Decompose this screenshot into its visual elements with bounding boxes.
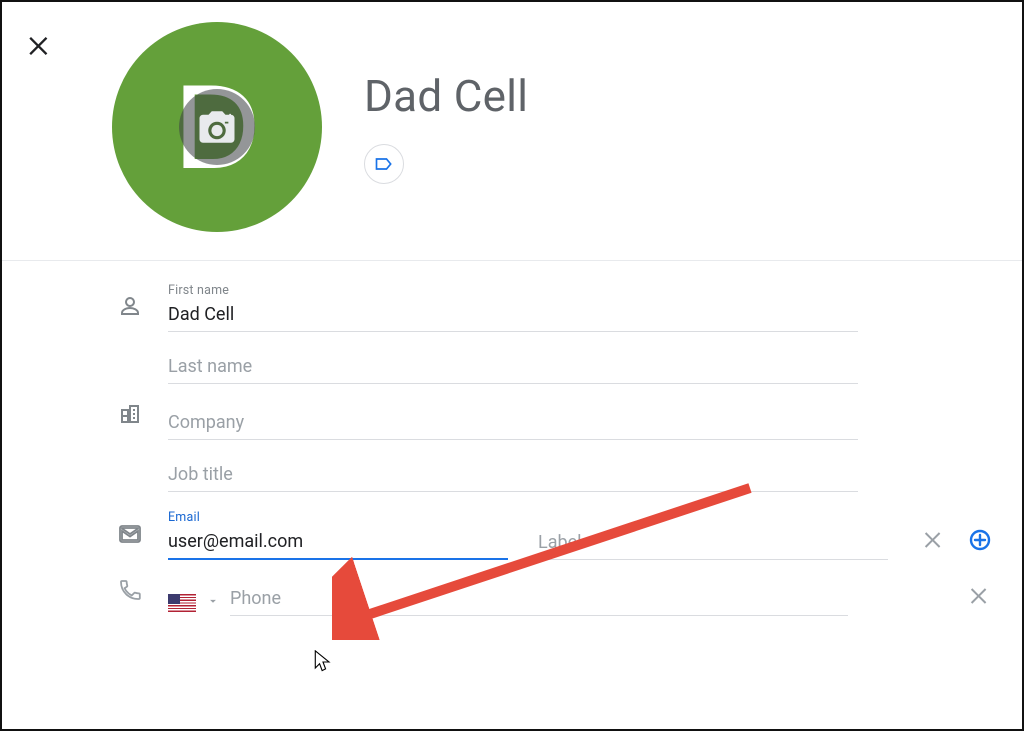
phone-icon: [118, 578, 168, 616]
cursor-icon: [314, 650, 332, 674]
add-email-button[interactable]: [968, 528, 992, 552]
camera-overlay: [179, 89, 255, 165]
camera-plus-icon: [196, 106, 238, 148]
email-label: Email: [168, 510, 508, 525]
person-icon: [118, 294, 168, 332]
contact-title: Dad Cell: [364, 70, 528, 122]
close-icon: [922, 528, 946, 552]
us-flag-icon: [168, 594, 196, 612]
job-title-input[interactable]: [168, 458, 858, 492]
email-label-input[interactable]: [538, 526, 888, 560]
last-name-input[interactable]: [168, 350, 858, 384]
close-icon: [26, 32, 54, 60]
label-icon: [374, 154, 394, 174]
contact-header: D Dad Cell: [2, 2, 1022, 261]
email-input[interactable]: [168, 525, 508, 560]
remove-email-button[interactable]: [922, 528, 946, 552]
country-code-select[interactable]: [168, 593, 220, 616]
contact-form: First name Email: [2, 261, 1022, 616]
plus-circle-icon: [968, 528, 992, 552]
email-icon: [118, 522, 168, 560]
first-name-input[interactable]: [168, 298, 858, 332]
chevron-down-icon: [206, 593, 220, 612]
first-name-label: First name: [168, 283, 858, 298]
remove-phone-button[interactable]: [968, 584, 992, 608]
company-input[interactable]: [168, 406, 858, 440]
close-button[interactable]: [26, 32, 54, 60]
phone-input[interactable]: [230, 582, 848, 616]
avatar-upload[interactable]: D: [112, 22, 322, 232]
add-label-button[interactable]: [364, 144, 404, 184]
close-icon: [968, 584, 992, 608]
company-icon: [118, 402, 168, 440]
